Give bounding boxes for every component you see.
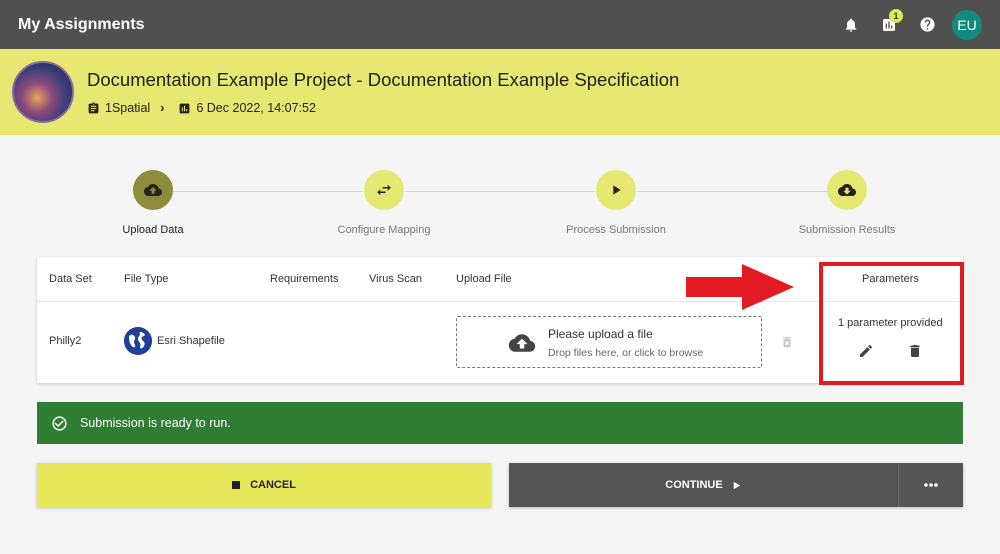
delete-file-icon[interactable]: [780, 334, 794, 350]
cancel-button[interactable]: CANCEL: [37, 463, 491, 507]
step-upload-data[interactable]: Upload Data: [63, 170, 243, 236]
cloud-upload-icon[interactable]: [133, 170, 173, 210]
column-header-virus-scan: Virus Scan: [369, 273, 422, 285]
status-message: Submission is ready to run.: [80, 416, 231, 430]
stop-icon: [232, 481, 241, 489]
step-submission-results[interactable]: Submission Results: [757, 170, 937, 236]
step-label: Process Submission: [566, 224, 666, 236]
project-image: [12, 61, 74, 123]
organization-link[interactable]: 1Spatial: [105, 101, 150, 115]
step-label: Upload Data: [122, 224, 184, 236]
play-icon: [733, 481, 740, 489]
clipboard-icon: [88, 102, 99, 113]
help-icon[interactable]: [908, 6, 946, 44]
stepper: Upload Data Configure Mapping Process Su…: [0, 170, 1000, 250]
user-avatar[interactable]: EU: [952, 9, 982, 40]
swap-icon[interactable]: [364, 170, 404, 210]
file-upload-dropzone[interactable]: Please upload a file Drop files here, or…: [456, 316, 762, 368]
submission-date: 6 Dec 2022, 14:07:52: [196, 101, 316, 115]
data-set-name: Philly2: [49, 335, 82, 347]
check-circle-icon: [52, 415, 67, 431]
column-header-file-type: File Type: [124, 273, 169, 285]
step-label: Configure Mapping: [337, 224, 431, 236]
app-title: My Assignments: [18, 15, 145, 33]
parameters-highlight-box: [819, 262, 964, 385]
annotation-arrow: [686, 264, 794, 310]
project-header: Documentation Example Project - Document…: [0, 49, 1000, 135]
more-horizontal-icon: [924, 483, 938, 487]
continue-button-label: CONTINUE: [665, 479, 723, 491]
bell-icon[interactable]: [832, 6, 870, 44]
cloud-upload-icon: [508, 334, 536, 352]
column-header-data-set: Data Set: [49, 273, 92, 285]
cancel-button-label: CANCEL: [250, 479, 296, 491]
file-type-label: Esri Shapefile: [157, 335, 225, 347]
continue-button[interactable]: CONTINUE: [509, 463, 898, 507]
breadcrumb: 1Spatial › 6 Dec 2022, 14:07:52: [87, 101, 679, 115]
notification-badge: 1: [889, 8, 903, 23]
top-app-bar: My Assignments 1 EU: [0, 0, 1000, 49]
chart-icon[interactable]: 1: [870, 6, 908, 44]
top-actions: 1 EU: [832, 6, 982, 44]
step-configure-mapping[interactable]: Configure Mapping: [294, 170, 474, 236]
more-options-button[interactable]: [898, 463, 963, 507]
chevron-right-icon: ›: [160, 101, 165, 115]
chart-icon: [179, 103, 190, 113]
step-label: Submission Results: [798, 224, 896, 236]
play-icon[interactable]: [596, 170, 636, 210]
globe-icon: [124, 327, 152, 355]
status-banner: Submission is ready to run.: [37, 402, 963, 444]
upload-title: Please upload a file: [548, 327, 653, 341]
project-title: Documentation Example Project - Document…: [87, 69, 680, 90]
upload-hint: Drop files here, or click to browse: [548, 347, 704, 359]
column-header-upload-file: Upload File: [456, 273, 512, 285]
column-header-requirements: Requirements: [270, 273, 339, 285]
step-process-submission[interactable]: Process Submission: [526, 170, 706, 236]
cloud-download-icon[interactable]: [827, 170, 867, 210]
